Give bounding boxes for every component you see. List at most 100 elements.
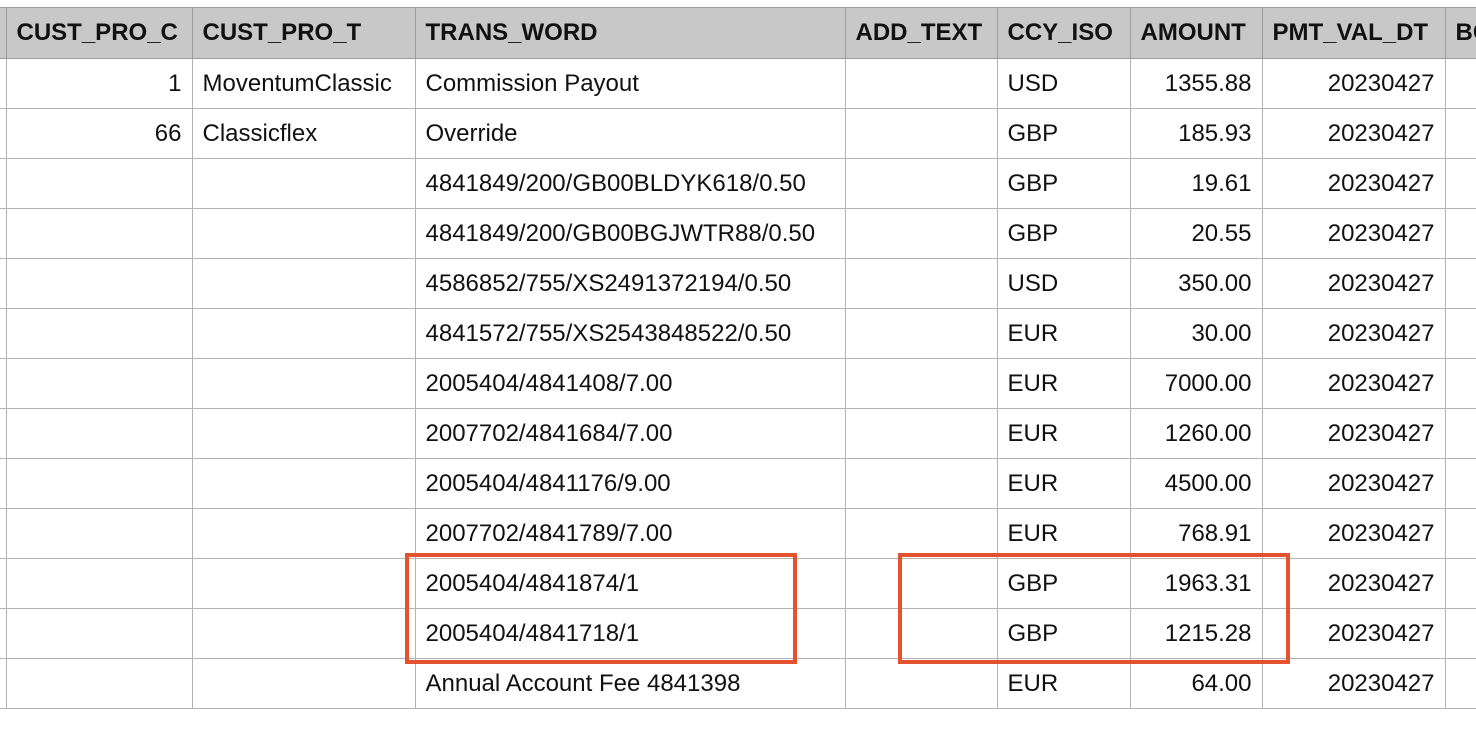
cell-bc[interactable] <box>1444 58 1476 109</box>
cell-ccy-iso[interactable]: GBP <box>996 208 1131 259</box>
cell-amount[interactable]: 64.00 <box>1129 658 1263 709</box>
cell-pmt-val-dt[interactable]: 20230427 <box>1261 408 1446 459</box>
cell-bc[interactable] <box>1444 158 1476 209</box>
cell-bc[interactable] <box>1444 208 1476 259</box>
cell-ccy-iso[interactable]: GBP <box>996 158 1131 209</box>
cell-pmt-val-dt[interactable]: 20230427 <box>1261 158 1446 209</box>
cell-cust-pro-t[interactable]: Classicflex <box>191 108 416 159</box>
cell-bc[interactable] <box>1444 608 1476 659</box>
cell-add-text[interactable] <box>844 458 998 509</box>
cell-cust-pro-c[interactable] <box>5 308 193 359</box>
cell-bc[interactable] <box>1444 358 1476 409</box>
cell-amount[interactable]: 4500.00 <box>1129 458 1263 509</box>
cell-trans-word[interactable]: 2005404/4841408/7.00 <box>414 358 846 409</box>
cell-amount[interactable]: 185.93 <box>1129 108 1263 159</box>
cell-trans-word[interactable]: 2007702/4841789/7.00 <box>414 508 846 559</box>
cell-trans-word[interactable]: Override <box>414 108 846 159</box>
cell-trans-word[interactable]: 4841572/755/XS2543848522/0.50 <box>414 308 846 359</box>
cell-pmt-val-dt[interactable]: 20230427 <box>1261 108 1446 159</box>
cell-bc[interactable] <box>1444 558 1476 609</box>
cell-cust-pro-c[interactable] <box>5 358 193 409</box>
cell-add-text[interactable] <box>844 508 998 559</box>
cell-trans-word[interactable]: Annual Account Fee 4841398 <box>414 658 846 709</box>
cell-amount[interactable]: 30.00 <box>1129 308 1263 359</box>
cell-trans-word[interactable]: 2005404/4841874/1 <box>414 558 846 609</box>
cell-ccy-iso[interactable]: EUR <box>996 508 1131 559</box>
cell-amount[interactable]: 20.55 <box>1129 208 1263 259</box>
cell-amount[interactable]: 1355.88 <box>1129 58 1263 109</box>
cell-add-text[interactable] <box>844 58 998 109</box>
cell-trans-word[interactable]: 4586852/755/XS2491372194/0.50 <box>414 258 846 309</box>
cell-add-text[interactable] <box>844 658 998 709</box>
cell-add-text[interactable] <box>844 208 998 259</box>
cell-pmt-val-dt[interactable]: 20230427 <box>1261 258 1446 309</box>
cell-cust-pro-c[interactable] <box>5 608 193 659</box>
cell-add-text[interactable] <box>844 608 998 659</box>
cell-bc[interactable] <box>1444 408 1476 459</box>
cell-bc[interactable] <box>1444 258 1476 309</box>
column-header-cust-pro-t[interactable]: CUST_PRO_T <box>191 7 416 59</box>
cell-cust-pro-t[interactable] <box>191 308 416 359</box>
cell-cust-pro-t[interactable] <box>191 158 416 209</box>
column-header-amount[interactable]: AMOUNT <box>1129 7 1263 59</box>
column-header-bc[interactable]: BC <box>1444 7 1476 59</box>
cell-cust-pro-t[interactable] <box>191 558 416 609</box>
column-header-ccy-iso[interactable]: CCY_ISO <box>996 7 1131 59</box>
cell-ccy-iso[interactable]: EUR <box>996 358 1131 409</box>
cell-cust-pro-c[interactable] <box>5 458 193 509</box>
cell-cust-pro-t[interactable] <box>191 508 416 559</box>
cell-cust-pro-t[interactable] <box>191 208 416 259</box>
column-header-add-text[interactable]: ADD_TEXT <box>844 7 998 59</box>
cell-ccy-iso[interactable]: GBP <box>996 558 1131 609</box>
cell-cust-pro-t[interactable] <box>191 608 416 659</box>
column-header-pmt-val-dt[interactable]: PMT_VAL_DT <box>1261 7 1446 59</box>
cell-pmt-val-dt[interactable]: 20230427 <box>1261 308 1446 359</box>
cell-bc[interactable] <box>1444 458 1476 509</box>
cell-trans-word[interactable]: 4841849/200/GB00BGJWTR88/0.50 <box>414 208 846 259</box>
cell-amount[interactable]: 1260.00 <box>1129 408 1263 459</box>
cell-amount[interactable]: 7000.00 <box>1129 358 1263 409</box>
cell-cust-pro-c[interactable] <box>5 508 193 559</box>
cell-ccy-iso[interactable]: EUR <box>996 658 1131 709</box>
cell-ccy-iso[interactable]: GBP <box>996 108 1131 159</box>
cell-cust-pro-t[interactable] <box>191 658 416 709</box>
cell-cust-pro-t[interactable] <box>191 258 416 309</box>
column-header-cust-pro-c[interactable]: CUST_PRO_C <box>5 7 193 59</box>
cell-cust-pro-c[interactable] <box>5 408 193 459</box>
cell-cust-pro-t[interactable] <box>191 458 416 509</box>
cell-ccy-iso[interactable]: USD <box>996 58 1131 109</box>
cell-add-text[interactable] <box>844 308 998 359</box>
cell-amount[interactable]: 19.61 <box>1129 158 1263 209</box>
cell-pmt-val-dt[interactable]: 20230427 <box>1261 558 1446 609</box>
cell-add-text[interactable] <box>844 408 998 459</box>
cell-trans-word[interactable]: 4841849/200/GB00BLDYK618/0.50 <box>414 158 846 209</box>
cell-cust-pro-t[interactable] <box>191 358 416 409</box>
cell-cust-pro-c[interactable] <box>5 258 193 309</box>
cell-bc[interactable] <box>1444 108 1476 159</box>
cell-pmt-val-dt[interactable]: 20230427 <box>1261 608 1446 659</box>
cell-bc[interactable] <box>1444 308 1476 359</box>
column-header-trans-word[interactable]: TRANS_WORD <box>414 7 846 59</box>
cell-trans-word[interactable]: Commission Payout <box>414 58 846 109</box>
cell-ccy-iso[interactable]: EUR <box>996 408 1131 459</box>
cell-cust-pro-c[interactable]: 66 <box>5 108 193 159</box>
cell-amount[interactable]: 1963.31 <box>1129 558 1263 609</box>
cell-ccy-iso[interactable]: EUR <box>996 458 1131 509</box>
cell-ccy-iso[interactable]: GBP <box>996 608 1131 659</box>
cell-amount[interactable]: 768.91 <box>1129 508 1263 559</box>
cell-pmt-val-dt[interactable]: 20230427 <box>1261 658 1446 709</box>
cell-add-text[interactable] <box>844 158 998 209</box>
cell-cust-pro-c[interactable] <box>5 558 193 609</box>
cell-add-text[interactable] <box>844 558 998 609</box>
cell-cust-pro-c[interactable] <box>5 658 193 709</box>
cell-trans-word[interactable]: 2007702/4841684/7.00 <box>414 408 846 459</box>
cell-pmt-val-dt[interactable]: 20230427 <box>1261 358 1446 409</box>
cell-cust-pro-t[interactable]: MoventumClassic <box>191 58 416 109</box>
cell-cust-pro-c[interactable]: 1 <box>5 58 193 109</box>
cell-cust-pro-t[interactable] <box>191 408 416 459</box>
cell-ccy-iso[interactable]: USD <box>996 258 1131 309</box>
cell-trans-word[interactable]: 2005404/4841718/1 <box>414 608 846 659</box>
cell-amount[interactable]: 350.00 <box>1129 258 1263 309</box>
cell-bc[interactable] <box>1444 508 1476 559</box>
cell-add-text[interactable] <box>844 108 998 159</box>
